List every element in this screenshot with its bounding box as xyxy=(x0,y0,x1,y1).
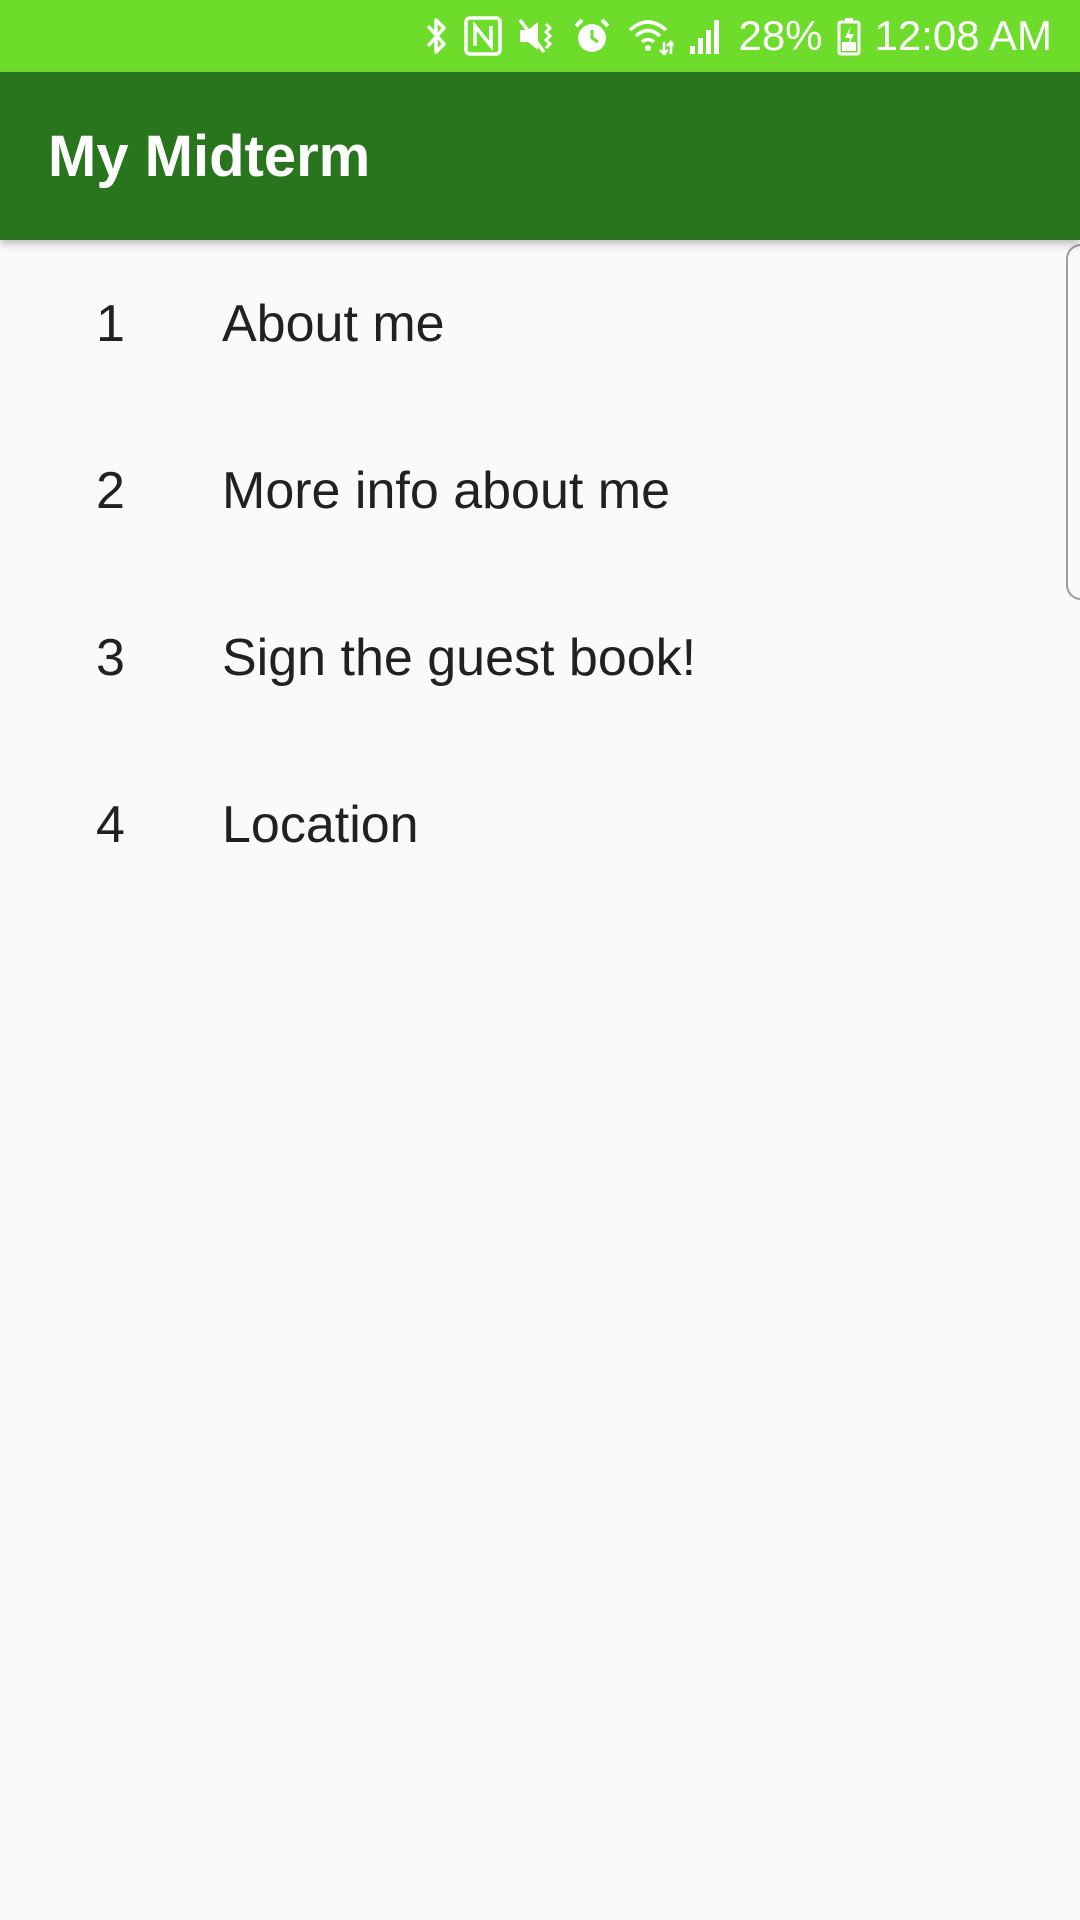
list-item-more-info[interactable]: 2 More info about me xyxy=(0,407,1080,574)
battery-icon xyxy=(837,14,861,58)
page-title: My Midterm xyxy=(48,124,371,189)
bluetooth-icon xyxy=(424,14,450,58)
list-item-label: About me xyxy=(222,295,445,353)
list-item-label: More info about me xyxy=(222,462,671,520)
edge-panel-handle[interactable] xyxy=(1066,244,1080,600)
alarm-icon xyxy=(572,14,612,58)
list-item-label: Sign the guest book! xyxy=(222,629,697,687)
nfc-icon xyxy=(464,14,503,58)
wifi-icon xyxy=(626,14,675,58)
list-item-location[interactable]: 4 Location xyxy=(0,741,1080,908)
list-item-number: 1 xyxy=(96,295,125,353)
clock: 12:08 AM xyxy=(874,12,1052,59)
signal-icon xyxy=(688,14,724,58)
status-bar: 28% 12:08 AM xyxy=(0,0,1080,72)
list-item-label: Location xyxy=(222,796,419,854)
app-bar: My Midterm xyxy=(0,72,1080,240)
list-item-number: 2 xyxy=(96,462,125,520)
list-item-guest-book[interactable]: 3 Sign the guest book! xyxy=(0,574,1080,741)
list-item-number: 3 xyxy=(96,629,125,687)
menu-list: 1 About me 2 More info about me 3 Sign t… xyxy=(0,240,1080,908)
list-item-number: 4 xyxy=(96,796,125,854)
vibrate-icon xyxy=(516,14,558,58)
list-item-about-me[interactable]: 1 About me xyxy=(0,240,1080,407)
battery-percent: 28% xyxy=(738,12,823,59)
